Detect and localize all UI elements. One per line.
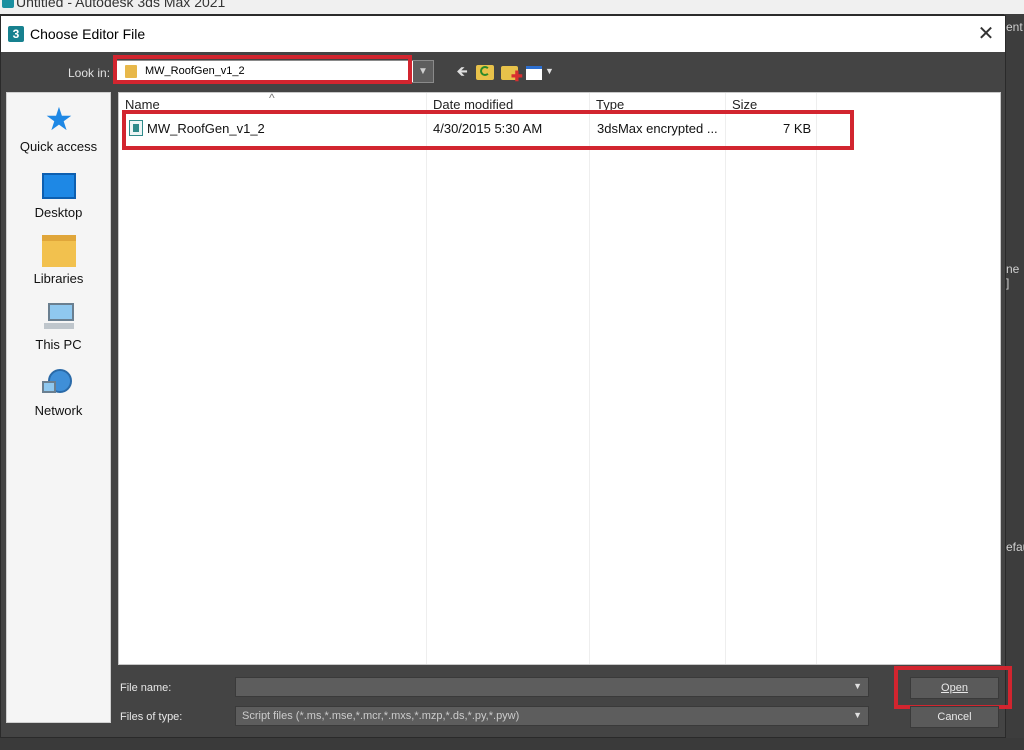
place-desktop[interactable]: Desktop [7, 163, 110, 225]
app-panel-text: ent [1006, 20, 1023, 34]
file-name-field[interactable]: ▼ [235, 677, 869, 697]
column-divider[interactable] [816, 93, 817, 664]
desktop-icon [42, 173, 76, 199]
column-header-type[interactable]: Type [596, 97, 624, 112]
chevron-down-icon[interactable]: ▼ [413, 61, 433, 82]
dialog-title: Choose Editor File [30, 26, 146, 42]
file-date-cell: 4/30/2015 5:30 AM [433, 121, 543, 136]
open-button[interactable]: Open [910, 677, 999, 699]
app-logo-icon [2, 0, 14, 8]
network-icon [42, 367, 76, 399]
refresh-arrow-icon [480, 66, 490, 76]
dialog-titlebar: 3 Choose Editor File ✕ [1, 16, 1005, 52]
file-size-cell: 7 KB [783, 121, 812, 136]
choose-editor-file-dialog: 3 Choose Editor File ✕ Look in: MW_RoofG… [0, 15, 1012, 738]
files-of-type-dropdown[interactable]: Script files (*.ms,*.mse,*.mcr,*.mxs,*.m… [235, 706, 869, 726]
new-folder-button[interactable]: ✚ [500, 62, 523, 84]
chevron-down-icon: ▼ [545, 66, 554, 76]
plus-icon: ✚ [511, 68, 523, 84]
sort-ascending-icon: ^ [269, 92, 275, 105]
app-title: Untitled - Autodesk 3ds Max 2021 [16, 0, 226, 10]
file-name-label: File name: [120, 682, 172, 694]
file-name-cell: MW_RoofGen_v1_2 [147, 121, 265, 136]
column-divider[interactable] [426, 93, 427, 664]
place-this-pc[interactable]: This PC [7, 295, 110, 357]
back-button[interactable]: 🡸 [453, 62, 471, 80]
place-label: This PC [35, 337, 82, 352]
chevron-down-icon[interactable]: ▼ [853, 710, 862, 720]
star-icon: ★ [44, 101, 74, 137]
app-side-panel: ent ne ] efau [1004, 14, 1024, 750]
script-file-icon [129, 120, 143, 136]
up-folder-button[interactable] [475, 62, 495, 82]
folder-icon [125, 65, 137, 78]
column-header-date[interactable]: Date modified [433, 97, 513, 112]
computer-icon [42, 301, 76, 333]
place-libraries[interactable]: Libraries [7, 229, 110, 291]
look-in-value: MW_RoofGen_v1_2 [145, 65, 245, 77]
app-status-strip [0, 738, 1024, 750]
view-menu-button[interactable]: ▼ [524, 62, 554, 82]
open-button-label: Open [941, 682, 968, 694]
cancel-button[interactable]: Cancel [910, 706, 999, 728]
app-panel-text: efau [1006, 540, 1024, 554]
chevron-down-icon[interactable]: ▼ [853, 681, 862, 691]
libraries-icon [42, 235, 76, 267]
column-divider[interactable] [725, 93, 726, 664]
place-label: Network [34, 403, 83, 418]
place-label: Quick access [19, 139, 98, 154]
files-of-type-value: Script files (*.ms,*.mse,*.mcr,*.mxs,*.m… [242, 710, 520, 722]
place-quick-access[interactable]: ★ Quick access [7, 97, 110, 159]
app-panel-text: ne ] [1006, 262, 1020, 290]
close-button[interactable]: ✕ [971, 20, 1001, 48]
look-in-label: Look in: [68, 66, 111, 80]
place-label: Libraries [33, 271, 84, 286]
files-of-type-label: Files of type: [120, 711, 183, 723]
look-in-dropdown[interactable]: MW_RoofGen_v1_2 ▼ [116, 60, 434, 83]
place-network[interactable]: Network [7, 361, 110, 423]
column-divider[interactable] [589, 93, 590, 664]
view-icon [526, 66, 542, 80]
file-row[interactable]: MW_RoofGen_v1_2 4/30/2015 5:30 AM 3dsMax… [123, 117, 843, 139]
file-type-cell: 3dsMax encrypted ... [597, 121, 718, 136]
column-header-name[interactable]: Name [125, 97, 160, 112]
dialog-app-icon: 3 [8, 26, 24, 42]
app-titlebar: Untitled - Autodesk 3ds Max 2021 [0, 0, 1024, 14]
file-list[interactable]: ^ Name Date modified Type Size MW_RoofGe… [118, 92, 1001, 665]
place-label: Desktop [34, 205, 83, 220]
column-header-size[interactable]: Size [732, 97, 757, 112]
places-bar: ★ Quick access Desktop Libraries This PC… [6, 92, 111, 723]
